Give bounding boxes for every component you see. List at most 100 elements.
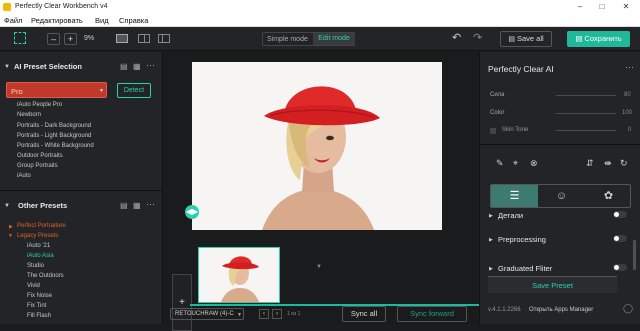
- preset-group[interactable]: Legacy Presets: [17, 233, 58, 239]
- preset-item[interactable]: Fix Noise: [27, 293, 52, 299]
- slider-label: Skin Tone: [502, 127, 529, 133]
- skin-tone-slider[interactable]: [556, 130, 616, 131]
- add-image-button[interactable]: +: [172, 274, 192, 331]
- collapse-filmstrip-icon[interactable]: ▼: [316, 264, 322, 270]
- more-icon[interactable]: ⋯: [625, 62, 634, 73]
- flip-vertical-icon[interactable]: ⇵: [586, 158, 594, 169]
- help-icon[interactable]: ◯: [623, 303, 633, 314]
- ai-preset-item[interactable]: iAuto People Pro: [17, 102, 62, 108]
- rotate-icon[interactable]: ↻: [620, 158, 628, 169]
- preset-item[interactable]: iAuto '21: [27, 243, 50, 249]
- face-tab-icon[interactable]: ☺: [538, 185, 585, 207]
- collapse-ai-icon[interactable]: ▼: [4, 64, 10, 70]
- preset-item[interactable]: Fix Tint: [27, 303, 46, 309]
- sync-forward-button[interactable]: Sync forward: [397, 306, 467, 322]
- graduated-filter-toggle[interactable]: [613, 264, 627, 271]
- collapse-other-icon[interactable]: ▼: [4, 203, 10, 209]
- flip-horizontal-icon[interactable]: ⇼: [604, 158, 612, 169]
- ai-preset-item[interactable]: Portraits - Light Background: [17, 133, 91, 139]
- divider: [0, 190, 163, 191]
- preset-item[interactable]: The Outdoors: [27, 273, 64, 279]
- ai-preset-item[interactable]: Portraits - Dark Background: [17, 123, 91, 129]
- next-page-button[interactable]: ›: [272, 309, 282, 319]
- slider-value: 100: [622, 110, 633, 116]
- preset-item[interactable]: Vivid: [27, 283, 40, 289]
- minimize-icon[interactable]: –: [570, 0, 590, 14]
- expand-icon[interactable]: ▶: [489, 237, 493, 243]
- sliders-tab-icon[interactable]: ☰: [491, 185, 538, 207]
- ai-preset-select[interactable]: Pro ▼: [6, 82, 107, 98]
- grid-view-icon[interactable]: ▦: [133, 62, 141, 71]
- preset-item[interactable]: Studio: [27, 263, 44, 269]
- details-toggle[interactable]: [613, 211, 627, 218]
- ai-preset-item[interactable]: Newborn: [17, 112, 41, 118]
- section-details[interactable]: Детали: [498, 211, 523, 220]
- preset-item-selected[interactable]: iAuto Asia: [27, 253, 54, 259]
- ai-preset-item[interactable]: iAuto: [17, 173, 31, 179]
- section-graduated-filter[interactable]: Graduated Fliter: [498, 264, 552, 273]
- expand-icon[interactable]: ▶: [489, 213, 493, 219]
- sync-all-button[interactable]: Sync all: [342, 306, 386, 322]
- detect-button[interactable]: Detect: [117, 83, 151, 98]
- filter-select-value: RETOUCHRAW (4)-C: [175, 311, 234, 317]
- remove-icon[interactable]: ⊗: [530, 158, 538, 169]
- preset-group[interactable]: Perfect Portraiture: [17, 223, 66, 229]
- ai-preset-value: Pro: [11, 87, 23, 96]
- menu-edit[interactable]: Редактировать: [31, 16, 83, 25]
- thumbnail-image: [199, 248, 279, 302]
- save-all-button[interactable]: ▤ Save all: [500, 31, 552, 47]
- save-all-icon: ▤: [508, 36, 515, 43]
- zoom-out-button[interactable]: –: [47, 33, 60, 45]
- more-icon[interactable]: ⋯: [146, 60, 155, 71]
- prev-page-button[interactable]: ‹: [259, 309, 269, 319]
- list-view-icon[interactable]: ▤: [120, 62, 128, 71]
- edit-icon[interactable]: ✎: [496, 158, 504, 169]
- skin-tone-checkbox[interactable]: [490, 128, 496, 134]
- color-slider[interactable]: [556, 113, 616, 114]
- compare-view-icon[interactable]: [158, 34, 170, 43]
- undo-icon[interactable]: ↶: [452, 31, 461, 44]
- filter-select[interactable]: RETOUCHRAW (4)-C ▼: [170, 308, 244, 320]
- redo-icon[interactable]: ↷: [473, 31, 482, 44]
- fit-screen-icon[interactable]: [14, 32, 26, 44]
- menu-bar: Файл Редактировать Вид Справка: [0, 14, 640, 27]
- preset-item[interactable]: Fill Flash: [27, 313, 51, 319]
- window-title: Perfectly Clear Workbench v4: [15, 3, 108, 10]
- split-view-icon[interactable]: [138, 34, 150, 43]
- version-label: v.4.1.1.2266: [488, 307, 521, 313]
- menu-file[interactable]: Файл: [4, 16, 22, 25]
- collapse-icon[interactable]: ▼: [8, 233, 13, 239]
- save-button[interactable]: ▤ Сохранить: [567, 31, 630, 47]
- menu-view[interactable]: Вид: [95, 16, 109, 25]
- zoom-in-button[interactable]: +: [64, 33, 77, 45]
- edit-mode-button[interactable]: Edit mode: [313, 33, 355, 45]
- retouch-tab-icon[interactable]: ✿: [585, 185, 632, 207]
- ai-preset-item[interactable]: Group Portraits: [17, 163, 58, 169]
- list-view-icon[interactable]: ▤: [120, 201, 128, 210]
- preprocessing-toggle[interactable]: [613, 235, 627, 242]
- ai-preset-item[interactable]: Outdoor Portraits: [17, 153, 63, 159]
- title-bar: Perfectly Clear Workbench v4 – □ ✕: [0, 0, 640, 14]
- more-icon[interactable]: ⋯: [146, 199, 155, 210]
- toolbar: – + 9% Simple mode Edit mode ↶ ↷ ▤ Save a…: [0, 27, 640, 51]
- crop-icon[interactable]: ⌖: [513, 158, 518, 169]
- main-photo[interactable]: [192, 62, 442, 230]
- strength-slider[interactable]: [556, 95, 616, 96]
- maximize-icon[interactable]: □: [592, 0, 612, 14]
- thumbnail[interactable]: [198, 247, 280, 303]
- center-panel: ◀▶ ▼ + RETOUCHRAW (4)-C ▼ ‹ › 1 из 1 Syn…: [164, 52, 480, 331]
- single-view-icon[interactable]: [116, 34, 128, 43]
- simple-mode-button[interactable]: Simple mode: [267, 36, 308, 43]
- zoom-level: 9%: [84, 35, 95, 42]
- expand-icon[interactable]: ▶: [489, 266, 493, 272]
- expand-icon[interactable]: ▶: [9, 224, 13, 230]
- panel-scrollbar[interactable]: [633, 240, 636, 270]
- menu-help[interactable]: Справка: [119, 16, 148, 25]
- close-icon[interactable]: ✕: [616, 0, 636, 14]
- ai-preset-item[interactable]: Portraits - White Background: [17, 143, 94, 149]
- grid-view-icon[interactable]: ▦: [133, 201, 141, 210]
- save-preset-button[interactable]: Save Preset: [488, 276, 617, 293]
- compare-handle-icon[interactable]: ◀▶: [185, 205, 199, 219]
- section-preprocessing[interactable]: Preprocessing: [498, 235, 546, 244]
- apps-manager-link[interactable]: Открыть Apps Manager: [529, 307, 593, 313]
